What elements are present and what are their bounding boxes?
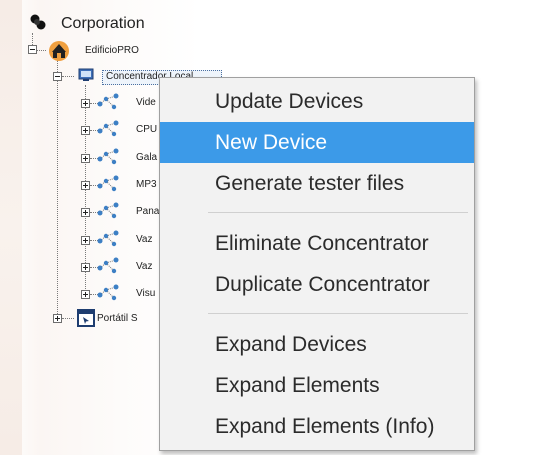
expand-toggle[interactable] (81, 236, 90, 245)
tree-node-device[interactable]: Gala (136, 152, 157, 164)
menu-item-update-devices[interactable]: Update Devices (160, 81, 474, 122)
expand-toggle[interactable] (53, 314, 62, 323)
expand-toggle[interactable] (81, 290, 90, 299)
menu-item-generate-tester-files[interactable]: Generate tester files (160, 163, 474, 204)
tree-node-device[interactable]: Vaz (136, 261, 153, 273)
device-network-icon (97, 284, 119, 301)
device-network-icon (97, 230, 119, 247)
menu-separator (208, 313, 468, 314)
tree-node-device[interactable]: Pana (136, 206, 159, 218)
context-menu[interactable]: Update Devices New Device Generate teste… (159, 77, 475, 451)
root-node-icon (30, 14, 46, 30)
expand-toggle[interactable] (81, 154, 90, 163)
menu-item-expand-elements-info[interactable]: Expand Elements (Info) (160, 406, 474, 447)
tree-node-device[interactable]: Visu (136, 288, 155, 300)
expand-toggle[interactable] (81, 126, 90, 135)
device-network-icon (97, 175, 119, 192)
menu-item-expand-elements[interactable]: Expand Elements (160, 365, 474, 406)
tree-node-device[interactable]: Vaz (136, 234, 153, 246)
collapse-toggle[interactable] (28, 45, 37, 54)
menu-item-duplicate-concentrator[interactable]: Duplicate Concentrator (160, 264, 474, 305)
building-icon (49, 41, 69, 61)
tree-connector (36, 50, 46, 51)
device-network-icon (97, 257, 119, 274)
menu-item-new-device[interactable]: New Device (160, 122, 474, 163)
window-icon (77, 309, 95, 327)
tree-node-device[interactable]: Vide (136, 97, 156, 109)
expand-toggle[interactable] (81, 208, 90, 217)
menu-item-eliminate-concentrator[interactable]: Eliminate Concentrator (160, 223, 474, 264)
expand-toggle[interactable] (81, 181, 90, 190)
tree-connector (57, 60, 58, 318)
tree-node-device[interactable]: CPU (136, 124, 157, 136)
menu-separator (208, 212, 468, 213)
menu-item-expand-devices[interactable]: Expand Devices (160, 324, 474, 365)
tree-node-device[interactable]: MP3 (136, 179, 157, 191)
tree-node-edificio[interactable]: EdificioPRO (85, 45, 139, 57)
device-network-icon (97, 202, 119, 219)
tree-connector (62, 76, 74, 77)
device-network-icon (97, 148, 119, 165)
monitor-icon (78, 68, 94, 81)
device-network-icon (97, 93, 119, 110)
tree-node-portatil[interactable]: Portátil S (97, 313, 138, 325)
expand-toggle[interactable] (81, 263, 90, 272)
collapse-toggle[interactable] (53, 72, 62, 81)
expand-toggle[interactable] (81, 99, 90, 108)
tree-root-label[interactable]: Corporation (61, 15, 145, 33)
device-network-icon (97, 120, 119, 137)
tree-connector (62, 318, 74, 319)
